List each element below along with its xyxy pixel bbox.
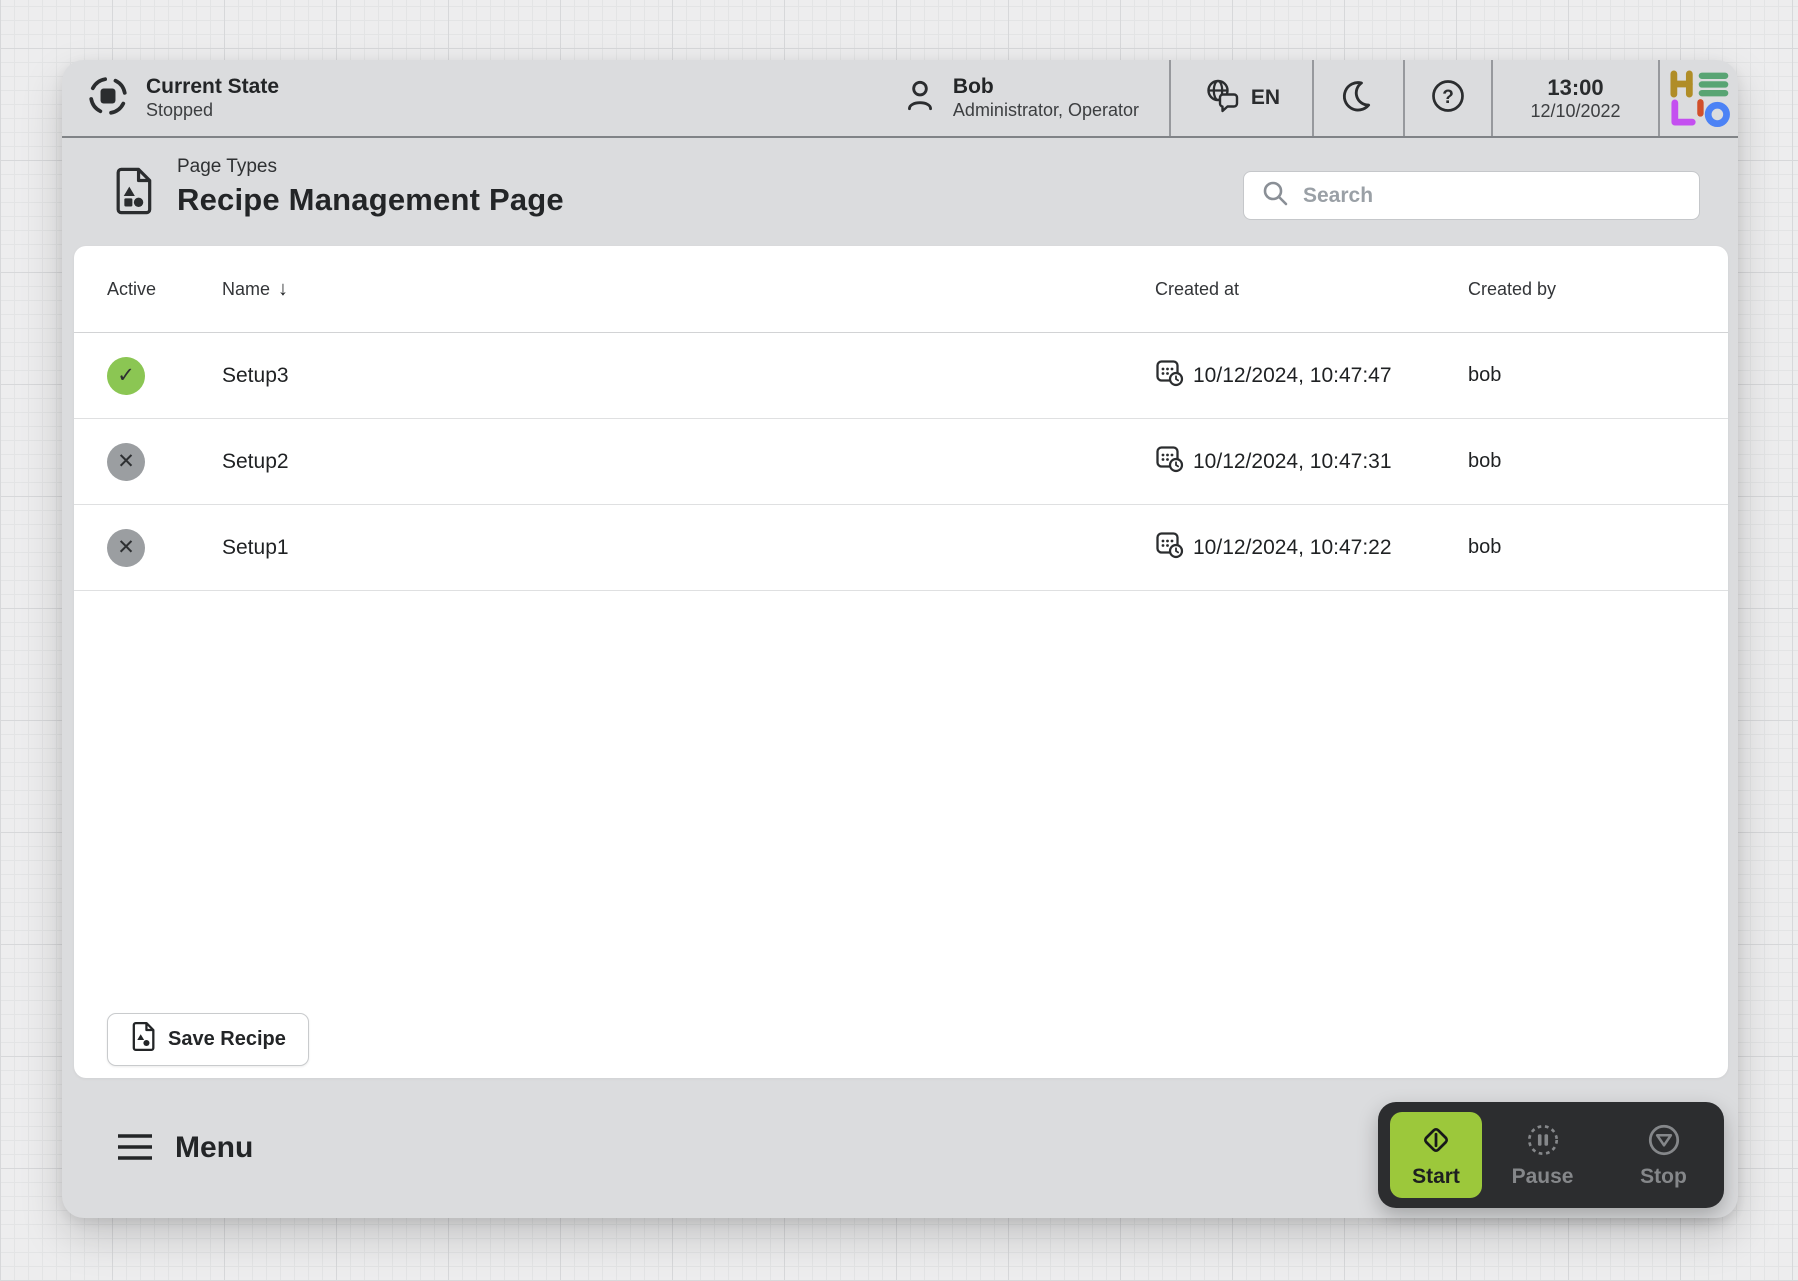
created-at-value: 10/12/2024, 10:47:31: [1193, 449, 1392, 473]
user-roles: Administrator, Operator: [952, 100, 1139, 121]
start-label: Start: [1412, 1165, 1460, 1188]
save-recipe-label: Save Recipe: [168, 1028, 286, 1050]
bottom-bar: Menu Start Pause Stop: [62, 1078, 1738, 1218]
status-label: Current State: [146, 75, 280, 99]
stop-icon: [1645, 1121, 1683, 1162]
moon-icon: [1340, 77, 1378, 120]
recipe-table-panel: Active Name ↓ Created at Created by ✓ Se…: [74, 246, 1728, 1078]
status-value: Stopped: [146, 100, 214, 121]
search-icon: [1260, 178, 1290, 213]
created-at-value: 10/12/2024, 10:47:22: [1193, 535, 1392, 559]
page-header: Page Types Recipe Management Page: [62, 140, 1738, 246]
table-row[interactable]: ✕ Setup1 10/12/2024, 10:47:22 bob: [74, 505, 1728, 591]
calendar-clock-icon: [1155, 444, 1184, 479]
active-toggle-on[interactable]: ✓: [107, 356, 145, 395]
search-input[interactable]: [1303, 183, 1683, 208]
stop-label: Stop: [1640, 1165, 1687, 1188]
column-header-created-at: Created at: [1155, 278, 1240, 299]
machine-status: Current State Stopped: [62, 74, 901, 123]
clock-display: 13:00 12/10/2022: [1493, 75, 1658, 122]
help-button[interactable]: ?: [1405, 77, 1491, 120]
top-bar: Current State Stopped Bob Administrator,…: [62, 60, 1738, 138]
menu-label: Menu: [175, 1131, 254, 1164]
help-icon: ?: [1429, 77, 1467, 120]
column-header-created-by: Created by: [1468, 278, 1557, 299]
save-recipe-icon: [130, 1021, 156, 1058]
pause-icon: [1524, 1121, 1562, 1162]
check-icon: ✓: [117, 364, 135, 387]
search-box[interactable]: [1243, 171, 1700, 220]
recipe-page-icon: [112, 166, 154, 221]
active-toggle-off[interactable]: ✕: [107, 528, 145, 567]
table-header-row: Active Name ↓ Created at Created by: [74, 246, 1728, 333]
user-icon: [901, 77, 939, 120]
stop-button[interactable]: Stop: [1603, 1121, 1724, 1189]
created-at-value: 10/12/2024, 10:47:47: [1193, 363, 1392, 387]
dark-mode-toggle[interactable]: [1314, 77, 1403, 120]
pause-label: Pause: [1511, 1165, 1574, 1188]
cross-icon: ✕: [117, 450, 135, 473]
machine-controls-panel: Start Pause Stop: [1378, 1102, 1724, 1208]
start-button[interactable]: Start: [1390, 1112, 1482, 1198]
language-selector[interactable]: EN: [1171, 77, 1312, 120]
helio-logo-icon: [1670, 70, 1730, 127]
created-by-value: bob: [1468, 536, 1502, 558]
column-header-active: Active: [107, 278, 157, 299]
breadcrumb: Page Types: [177, 156, 278, 177]
table-row[interactable]: ✓ Setup3 10/12/2024, 10:47:47 bob: [74, 333, 1728, 419]
recipe-name: Setup3: [222, 363, 289, 387]
table-row[interactable]: ✕ Setup2 10/12/2024, 10:47:31 bob: [74, 419, 1728, 505]
language-code: EN: [1250, 86, 1281, 109]
calendar-clock-icon: [1155, 530, 1184, 565]
user-name: Bob: [952, 75, 994, 99]
time-value: 13:00: [1547, 74, 1604, 100]
cross-icon: ✕: [117, 536, 135, 559]
stop-state-icon: [86, 74, 130, 123]
date-value: 12/10/2022: [1530, 100, 1621, 121]
start-icon: [1417, 1121, 1455, 1162]
hamburger-icon: [115, 1132, 155, 1165]
save-recipe-button[interactable]: Save Recipe: [107, 1013, 309, 1066]
active-toggle-off[interactable]: ✕: [107, 442, 145, 481]
calendar-clock-icon: [1155, 358, 1184, 393]
language-icon: [1203, 77, 1241, 120]
recipe-name: Setup1: [222, 535, 289, 559]
sort-descending-icon: ↓: [278, 277, 289, 300]
created-by-value: bob: [1468, 364, 1502, 386]
pause-button[interactable]: Pause: [1482, 1121, 1603, 1189]
column-header-name[interactable]: Name ↓: [222, 278, 1155, 301]
created-by-value: bob: [1468, 450, 1502, 472]
menu-button[interactable]: Menu: [115, 1131, 253, 1165]
user-menu[interactable]: Bob Administrator, Operator: [901, 74, 1169, 122]
recipe-name: Setup2: [222, 449, 289, 473]
helio-logo: [1660, 69, 1738, 127]
svg-text:?: ?: [1442, 87, 1454, 108]
app-window: Current State Stopped Bob Administrator,…: [62, 60, 1738, 1218]
page-title: Recipe Management Page: [177, 182, 564, 217]
